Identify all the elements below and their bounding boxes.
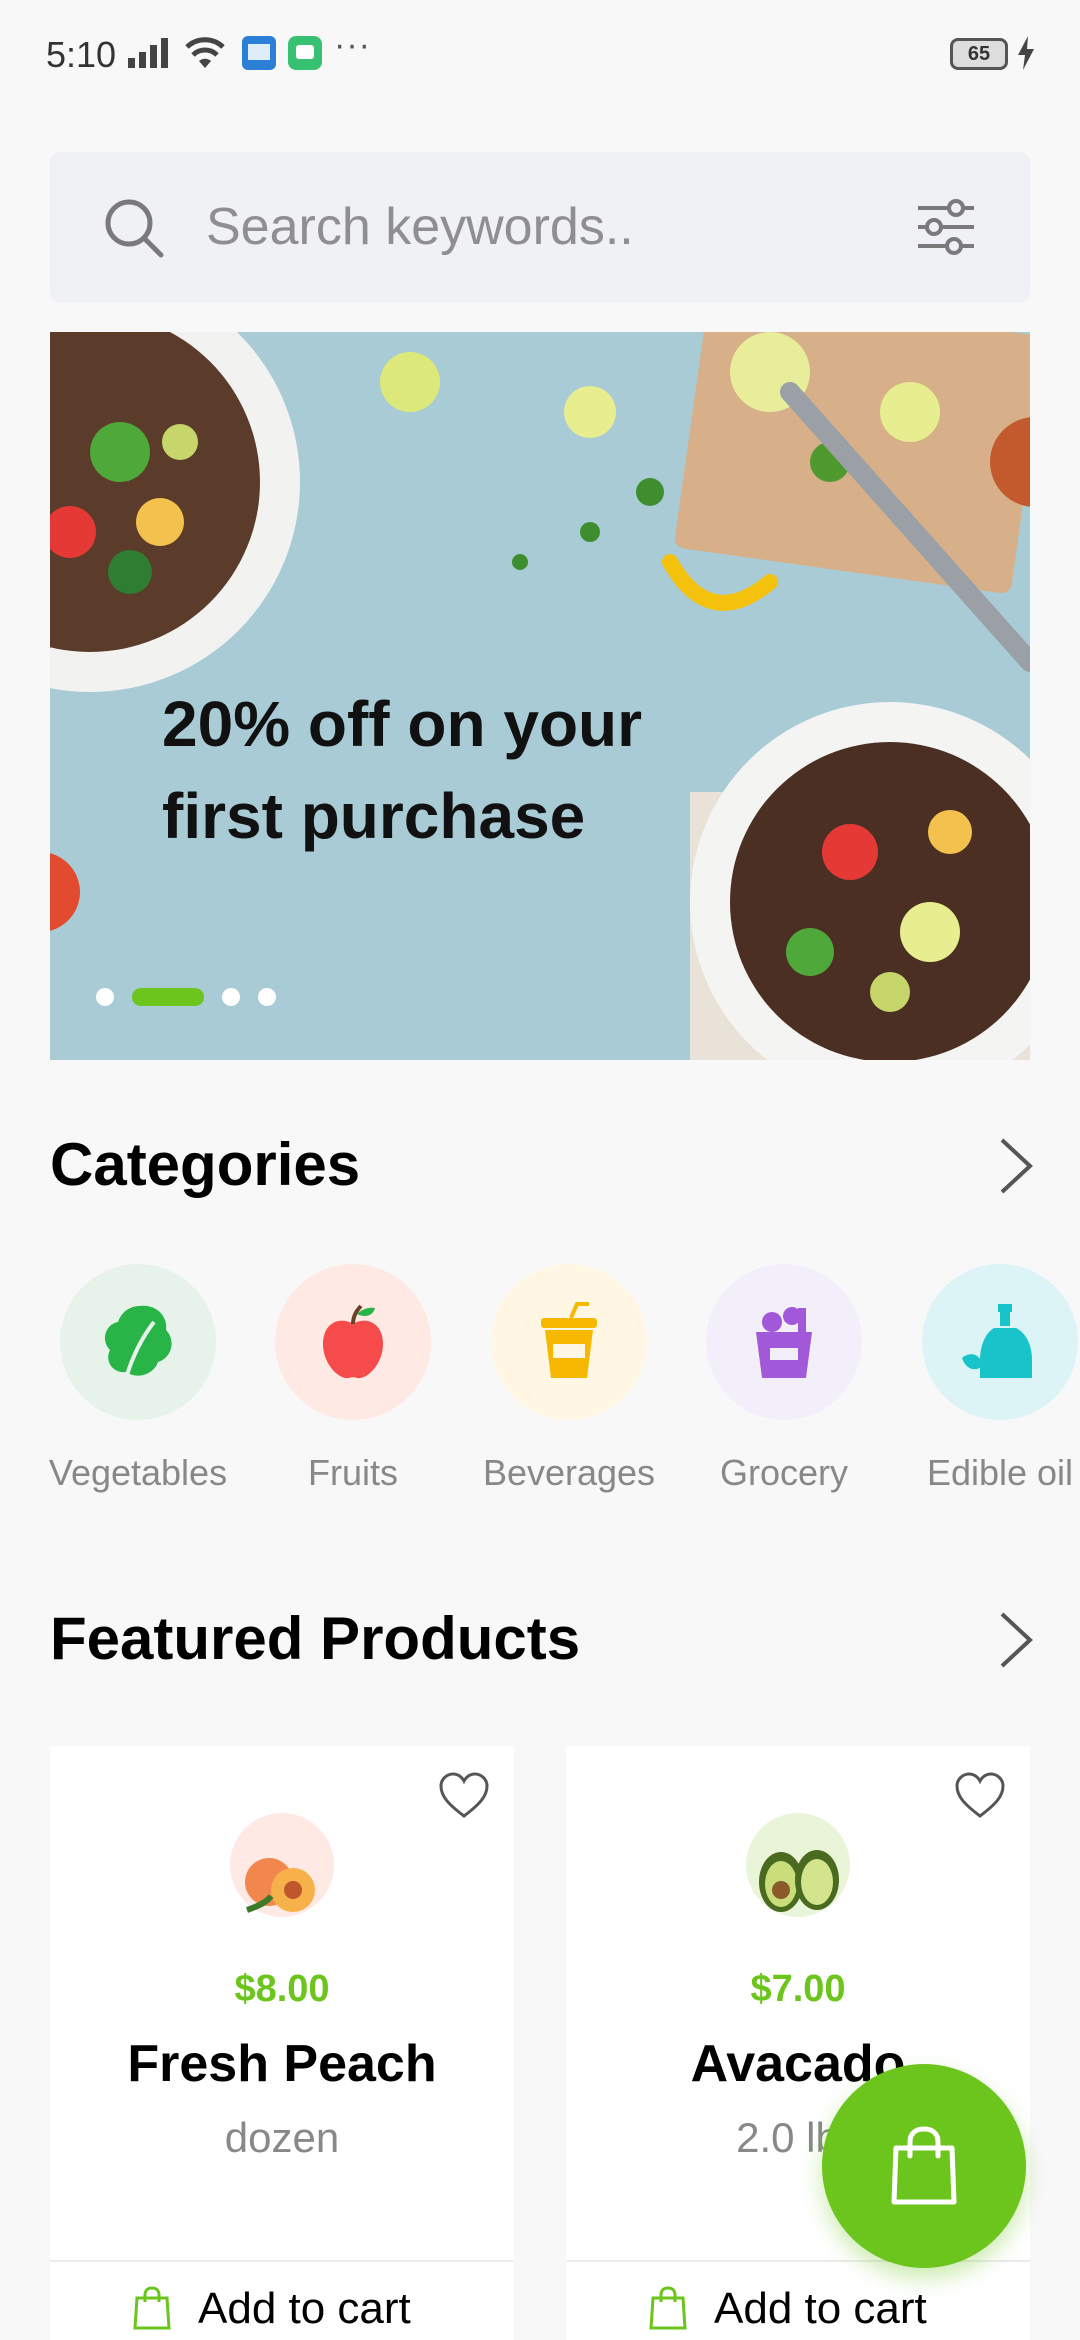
signal-icon <box>128 38 168 68</box>
vegetable-icon <box>104 1305 172 1379</box>
apple-icon <box>323 1304 383 1379</box>
product-price: $8.00 <box>234 1968 330 2010</box>
banner-headline: 20% off on your first purchase <box>162 688 643 852</box>
category-label: Grocery <box>719 1452 849 1493</box>
add-to-cart-button[interactable]: Add to cart <box>50 2260 514 2340</box>
grocery-icon <box>756 1307 812 1378</box>
promo-banner[interactable]: 20% off on your first purchase <box>50 332 1030 1060</box>
wifi-icon <box>185 37 225 68</box>
peach-image <box>230 1813 334 1917</box>
add-to-cart-label: Add to cart <box>198 2284 411 2333</box>
shopping-bag-icon <box>649 2286 687 2330</box>
category-label: Beverages <box>482 1452 656 1493</box>
heart-icon[interactable] <box>954 1772 1006 1820</box>
search-input[interactable] <box>206 192 806 262</box>
add-to-cart-label: Add to cart <box>714 2284 927 2333</box>
carousel-dot[interactable] <box>96 988 114 1006</box>
charging-icon <box>1018 36 1034 70</box>
categories-title: Categories <box>50 1131 361 1198</box>
category-grocery[interactable]: Grocery <box>684 1264 884 1504</box>
carousel-dot[interactable] <box>222 988 240 1006</box>
shopping-bag-icon <box>891 2126 957 2205</box>
category-edible-oil[interactable]: Edible oil <box>900 1264 1080 1504</box>
chevron-right-icon[interactable] <box>996 1136 1036 1196</box>
search-bar[interactable] <box>50 152 1030 302</box>
shopping-bag-icon <box>133 2286 171 2330</box>
heart-icon[interactable] <box>438 1772 490 1820</box>
carousel-dot[interactable] <box>258 988 276 1006</box>
add-to-cart-button[interactable]: Add to cart <box>566 2260 1030 2340</box>
featured-title: Featured Products <box>50 1605 581 1672</box>
product-name: Fresh Peach <box>127 2035 437 2093</box>
category-fruits[interactable]: Fruits <box>253 1264 453 1504</box>
category-label: Vegetables <box>48 1452 228 1493</box>
category-icon-bg <box>706 1264 862 1420</box>
oil-bottle-icon <box>962 1304 1032 1378</box>
filter-icon[interactable] <box>914 198 978 256</box>
category-icon-bg <box>60 1264 216 1420</box>
battery-icon: 65 <box>950 38 1008 70</box>
status-bar: 5:10 ··· 65 <box>0 0 1080 110</box>
category-label: Fruits <box>308 1452 398 1493</box>
message-app-icon <box>288 36 322 70</box>
category-beverages[interactable]: Beverages <box>469 1264 669 1504</box>
category-label: Edible oil <box>926 1452 1074 1493</box>
category-icon-bg <box>491 1264 647 1420</box>
search-icon[interactable] <box>102 196 166 260</box>
category-icon-bg <box>275 1264 431 1420</box>
category-icon-bg <box>922 1264 1078 1420</box>
chevron-right-icon[interactable] <box>996 1610 1036 1670</box>
status-time: 5:10 <box>46 34 117 75</box>
news-app-icon <box>242 36 276 70</box>
category-vegetables[interactable]: Vegetables <box>38 1264 238 1504</box>
carousel-dot-active[interactable] <box>132 988 204 1006</box>
product-unit: dozen <box>224 2114 340 2161</box>
cart-fab-button[interactable] <box>822 2064 1026 2268</box>
more-notifications-icon: ··· <box>334 26 371 64</box>
avocado-image <box>746 1813 850 1917</box>
product-card-peach[interactable]: $8.00 Fresh Peach dozen Add to cart <box>50 1746 514 2340</box>
product-price: $7.00 <box>750 1968 846 2010</box>
beverage-icon <box>541 1302 597 1378</box>
